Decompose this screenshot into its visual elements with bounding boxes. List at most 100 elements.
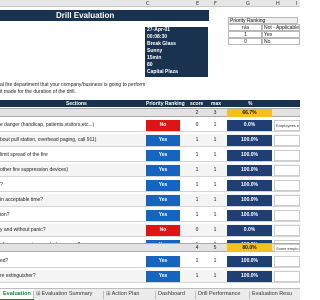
question-text[interactable]: limit spread of the fire bbox=[0, 152, 140, 158]
max-cell[interactable]: 1 bbox=[206, 150, 224, 161]
total-pct[interactable]: 66.7% bbox=[227, 109, 272, 117]
sheet-tab-action-plan[interactable]: ⊞Action Plan bbox=[106, 289, 139, 300]
max-cell[interactable]: 1 bbox=[206, 225, 224, 236]
score-cell[interactable]: 1 bbox=[188, 165, 206, 176]
total-score[interactable]: 4 bbox=[188, 244, 206, 252]
intro-line: al fire department that your company/bus… bbox=[0, 82, 146, 88]
pct-cell[interactable]: 100.0% bbox=[227, 180, 272, 191]
column-letter-e[interactable]: E bbox=[196, 1, 199, 7]
question-text[interactable]: e danger (handicap, patients,visitors,et… bbox=[0, 122, 140, 128]
priority-rank-cell[interactable]: Yes bbox=[146, 135, 180, 146]
tab-label: Drill Performance bbox=[198, 291, 241, 297]
comment-cell[interactable] bbox=[274, 271, 300, 282]
comment-cell[interactable] bbox=[274, 195, 300, 206]
table-row: in acceptable time? Yes 1 1 100.0% bbox=[0, 194, 300, 207]
total-score[interactable]: 2 bbox=[188, 109, 206, 117]
priority-rank-cell[interactable]: Yes bbox=[146, 271, 180, 282]
pct-cell[interactable]: 0.0% bbox=[227, 225, 272, 236]
question-text[interactable]: ? bbox=[0, 182, 140, 188]
tab-label: Action Plan bbox=[111, 291, 140, 297]
priority-rank-cell[interactable]: No bbox=[146, 120, 180, 131]
score-cell[interactable]: 0 bbox=[188, 225, 206, 236]
comment-cell[interactable] bbox=[274, 150, 300, 161]
priority-rank-cell[interactable]: Yes bbox=[146, 180, 180, 191]
comment-cell[interactable] bbox=[274, 135, 300, 146]
total-pct[interactable]: 80.0% bbox=[227, 244, 272, 252]
priority-rank-cell[interactable]: Yes bbox=[146, 210, 180, 221]
score-cell[interactable]: 1 bbox=[188, 150, 206, 161]
max-cell[interactable]: 1 bbox=[206, 195, 224, 206]
max-cell[interactable]: 1 bbox=[206, 165, 224, 176]
comment-cell[interactable]: Employees ev bbox=[274, 120, 300, 131]
score-cell[interactable]: 1 bbox=[188, 180, 206, 191]
priority-rank-cell[interactable]: Yes bbox=[146, 165, 180, 176]
tab-divider bbox=[33, 291, 34, 299]
table-row: bout pull station, overhead paging, call… bbox=[0, 134, 300, 147]
sheet-tab-evaluation-summary[interactable]: ⊞Evaluation Summary bbox=[36, 289, 92, 300]
sheet-tab-evaluation-resu[interactable]: Evaluation Resu bbox=[252, 289, 292, 300]
table-row: e danger (handicap, patients,visitors,et… bbox=[0, 119, 300, 132]
comment-cell[interactable] bbox=[274, 225, 300, 236]
pct-cell[interactable]: 100.0% bbox=[227, 195, 272, 206]
question-text[interactable]: ion? bbox=[0, 212, 140, 218]
score-cell[interactable]: 0 bbox=[188, 120, 206, 131]
question-text[interactable]: ed? bbox=[0, 258, 140, 264]
column-letter-i[interactable]: I bbox=[296, 1, 297, 7]
question-text[interactable]: y and without panic? bbox=[0, 227, 140, 233]
priority-rank-cell[interactable]: Yes bbox=[146, 195, 180, 206]
question-text[interactable]: other fire suppression devices) bbox=[0, 167, 140, 173]
max-cell[interactable]: 1 bbox=[206, 135, 224, 146]
pct-cell[interactable]: 100.0% bbox=[227, 210, 272, 221]
drill-time[interactable]: 00:08:30 bbox=[147, 34, 167, 41]
total-max[interactable]: 5 bbox=[206, 244, 224, 252]
column-letter-f[interactable]: F bbox=[214, 1, 217, 7]
comment-cell[interactable] bbox=[274, 256, 300, 267]
pct-cell[interactable]: 100.0% bbox=[227, 135, 272, 146]
header-sections: Sections bbox=[66, 101, 87, 107]
score-cell[interactable]: 1 bbox=[188, 195, 206, 206]
sheet-tab-dashboard[interactable]: Dashboard bbox=[158, 289, 185, 300]
comment-cell[interactable]: Some emplo bbox=[274, 244, 300, 252]
question-text[interactable]: in acceptable time? bbox=[0, 197, 140, 203]
total-max[interactable]: 3 bbox=[206, 109, 224, 117]
tab-label: Evaluation Resu bbox=[252, 291, 293, 297]
max-cell[interactable]: 1 bbox=[206, 120, 224, 131]
drill-location[interactable]: Capital Plaza bbox=[147, 69, 178, 76]
comment-cell[interactable] bbox=[274, 180, 300, 191]
priority-rank-cell[interactable]: Yes bbox=[146, 256, 180, 267]
question-text[interactable]: re extinguisher? bbox=[0, 273, 140, 279]
score-cell[interactable]: 1 bbox=[188, 256, 206, 267]
max-cell[interactable]: 1 bbox=[206, 210, 224, 221]
drill-duration[interactable]: 15min bbox=[147, 55, 161, 62]
drill-weather[interactable]: Sunny bbox=[147, 48, 162, 55]
pct-cell[interactable]: 100.0% bbox=[227, 150, 272, 161]
column-letter-c[interactable]: C bbox=[146, 1, 150, 7]
header-score: score bbox=[190, 101, 204, 107]
max-cell[interactable]: 1 bbox=[206, 271, 224, 282]
max-cell[interactable]: 1 bbox=[206, 256, 224, 267]
comment-cell[interactable] bbox=[274, 210, 300, 221]
pct-cell[interactable]: 100.0% bbox=[227, 165, 272, 176]
score-cell[interactable]: 1 bbox=[188, 210, 206, 221]
pct-cell[interactable]: 0.0% bbox=[227, 120, 272, 131]
column-letter-h[interactable]: H bbox=[276, 1, 280, 7]
priority-rank-cell[interactable]: Yes bbox=[146, 150, 180, 161]
pct-cell[interactable]: 100.0% bbox=[227, 256, 272, 267]
drill-type[interactable]: Break Glass bbox=[147, 41, 176, 48]
drill-date[interactable]: 27-Apr-01 bbox=[147, 27, 170, 34]
column-letter-g[interactable]: G bbox=[246, 1, 250, 7]
priority-rank-cell[interactable]: No bbox=[146, 225, 180, 236]
tab-label: Dashboard bbox=[158, 291, 185, 297]
score-cell[interactable]: 1 bbox=[188, 135, 206, 146]
score-cell[interactable]: 1 bbox=[188, 271, 206, 282]
tab-label: Evaluation Summary bbox=[41, 291, 93, 297]
question-text[interactable]: bout pull station, overhead paging, call… bbox=[0, 137, 140, 143]
sheet-tab-drill-performance[interactable]: Drill Performance bbox=[198, 289, 240, 300]
drill-people[interactable]: 80 bbox=[147, 62, 153, 69]
table-row: ed? Yes 1 1 100.0% bbox=[0, 255, 300, 268]
pct-cell[interactable]: 100.0% bbox=[227, 271, 272, 282]
max-cell[interactable]: 1 bbox=[206, 180, 224, 191]
comment-cell[interactable] bbox=[274, 165, 300, 176]
sheet-tab-evaluation[interactable]: Evaluation bbox=[0, 289, 34, 300]
title-band: Drill Evaluation bbox=[0, 10, 209, 21]
